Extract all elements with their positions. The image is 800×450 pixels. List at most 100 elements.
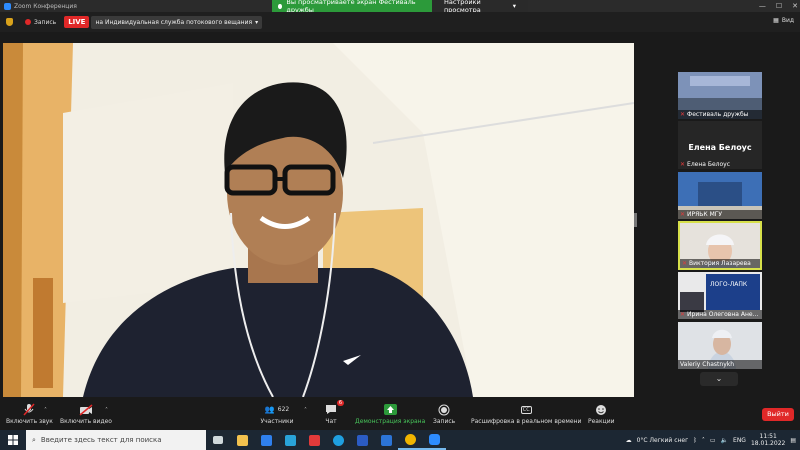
participants-button[interactable]: 👥 622 Участники	[260, 403, 294, 425]
start-button[interactable]	[0, 430, 26, 450]
video-options-caret[interactable]: ˄	[105, 407, 108, 414]
mic-muted-icon: ✕	[680, 311, 686, 318]
close-button[interactable]: ✕	[792, 2, 798, 10]
recording-label: Запись	[34, 18, 57, 26]
participant-tile[interactable]: ✕ ИРЯЬК МГУ	[678, 172, 762, 219]
notifications-icon[interactable]: ▤	[790, 437, 796, 444]
store-icon[interactable]	[254, 430, 278, 450]
participant-tile[interactable]: ЛОГО-ЛАПК ✕ Ирина Олеговна Ане...	[678, 272, 762, 319]
grid-icon: ▦	[773, 17, 779, 24]
mail-icon[interactable]	[374, 430, 398, 450]
task-view-icon[interactable]	[206, 430, 230, 450]
participant-name-bar: ✕ Фестиваль дружбы	[678, 110, 762, 119]
network-icon[interactable]: ▭	[710, 437, 716, 444]
yandex-browser-icon[interactable]	[302, 430, 326, 450]
gallery-scroll-down-button[interactable]: ⌄	[700, 372, 738, 386]
edge-icon[interactable]	[326, 430, 350, 450]
minimize-button[interactable]: —	[759, 2, 766, 10]
participant-name-bar: ✕ Ирина Олеговна Ане...	[678, 310, 762, 319]
captions-icon-text: CC	[520, 405, 532, 414]
reactions-button[interactable]: Реакции	[588, 403, 615, 425]
system-tray: ☁ 0°C Легкий снег ᛒ ˄ ▭ 🔈 ENG 11:51 18.0…	[626, 430, 796, 450]
participant-name-bar: ✕ Виктория Лазарева	[680, 259, 760, 268]
record-button[interactable]: Запись	[433, 403, 455, 425]
leave-button[interactable]: Выйти	[762, 408, 794, 421]
chat-icon: 6	[324, 400, 344, 416]
participants-label: Участники	[260, 418, 294, 425]
screen-share-banner: Вы просматриваете экран Фестиваль дружбы…	[272, 0, 528, 14]
share-indicator-icon	[278, 3, 283, 9]
participants-icon: 👥 622	[264, 405, 290, 414]
stream-target-label: на Индивидуальная служба потокового веща…	[95, 18, 253, 26]
svg-text:ЛОГО-ЛАПК: ЛОГО-ЛАПК	[710, 281, 748, 288]
participant-name: Valeriy Chastnykh	[680, 361, 735, 368]
weather-text[interactable]: 0°C Легкий снег	[637, 437, 689, 444]
weather-icon: ☁	[625, 436, 632, 444]
maximize-button[interactable]: ☐	[776, 2, 782, 10]
clock-date: 18.01.2022	[750, 440, 786, 447]
participant-tile[interactable]: Valeriy Chastnykh	[678, 322, 762, 369]
zoom-app-icon	[4, 2, 11, 10]
participant-tile-active-speaker[interactable]: ✕ Виктория Лазарева	[678, 221, 762, 270]
recording-icon	[25, 19, 31, 25]
participant-name: Ирина Олеговна Ане...	[687, 311, 759, 318]
meeting-toolbar: Включить звук ˄ Включить видео ˄ 👥 622 У…	[0, 397, 800, 430]
chevron-down-icon: ⌄	[715, 374, 723, 383]
clock[interactable]: 11:51 18.01.2022	[751, 433, 785, 447]
meeting-topbar: Запись LIVE на Индивидуальная служба пот…	[0, 12, 800, 32]
chat-label: Чат	[325, 418, 337, 425]
language-indicator[interactable]: ENG	[733, 437, 746, 444]
security-shield-icon[interactable]	[6, 18, 13, 26]
live-badge: LIVE	[64, 16, 90, 28]
participant-name: Виктория Лазарева	[689, 260, 751, 267]
record-label: Запись	[433, 418, 456, 425]
mic-muted-icon: ✕	[680, 111, 686, 118]
taskbar-search-box[interactable]: ⌕ Введите здесь текст для поиска	[26, 430, 206, 450]
audio-options-caret[interactable]: ˄	[44, 407, 47, 414]
participant-name-bar: Valeriy Chastnykh	[678, 360, 762, 369]
chrome-icon[interactable]	[398, 430, 422, 450]
chevron-down-icon: ▾	[512, 2, 516, 10]
participants-options-caret[interactable]: ˄	[304, 407, 307, 414]
chat-unread-badge: 6	[336, 400, 344, 406]
app-l-icon[interactable]	[278, 430, 302, 450]
unmute-label: Включить звук	[6, 418, 53, 425]
closed-captions-icon: CC	[519, 403, 533, 416]
participant-name-large: Елена Белоус	[688, 143, 752, 152]
mic-muted-icon: ✕	[680, 161, 686, 168]
bluetooth-icon[interactable]: ᛒ	[693, 437, 697, 444]
live-transcript-button[interactable]: CC Расшифровка в реальном времени	[471, 403, 581, 425]
participant-name: Фестиваль дружбы	[687, 111, 749, 118]
start-video-label: Включить видео	[60, 418, 112, 425]
stream-target-dropdown[interactable]: на Индивидуальная служба потокового веща…	[91, 15, 263, 29]
participant-name: ИРЯЬК МГУ	[687, 211, 723, 218]
window-title: Zoom Конференция	[14, 2, 77, 10]
share-screen-label: Демонстрация экрана	[355, 418, 426, 425]
share-screen-button[interactable]: Демонстрация экрана	[355, 403, 425, 425]
presenter-video-frame	[3, 43, 634, 397]
word-icon[interactable]	[350, 430, 374, 450]
search-icon: ⌕	[32, 435, 36, 444]
view-label: Вид	[781, 17, 794, 24]
shared-screen-video	[3, 43, 634, 397]
view-button[interactable]: ▦ Вид	[773, 17, 794, 24]
tray-chevron-icon[interactable]: ˄	[702, 437, 705, 444]
smiley-icon	[594, 403, 608, 416]
record-icon	[437, 403, 451, 416]
volume-icon[interactable]: 🔈	[721, 437, 728, 444]
participant-name-bar: ✕ Елена Белоус	[678, 160, 762, 169]
participant-tile[interactable]: Елена Белоус ✕ Елена Белоус	[678, 121, 762, 169]
windows-taskbar: ⌕ Введите здесь текст для поиска ☁ 0°C Л…	[0, 430, 800, 450]
clock-time: 11:51	[759, 433, 777, 440]
participant-tile[interactable]: ✕ Фестиваль дружбы	[678, 72, 762, 119]
windows-logo-icon	[8, 435, 18, 445]
participant-name-bar: ✕ ИРЯЬК МГУ	[678, 210, 762, 219]
chat-button[interactable]: 6 Чат	[324, 400, 344, 425]
mic-muted-icon: ✕	[682, 260, 688, 267]
zoom-taskbar-icon[interactable]	[422, 430, 446, 450]
participants-count: 622	[277, 406, 290, 413]
view-options-button[interactable]: Настройки просмотра ▾	[432, 0, 528, 14]
chevron-down-icon: ▾	[255, 18, 259, 26]
file-explorer-icon[interactable]	[230, 430, 254, 450]
panel-resize-handle[interactable]	[634, 213, 637, 227]
